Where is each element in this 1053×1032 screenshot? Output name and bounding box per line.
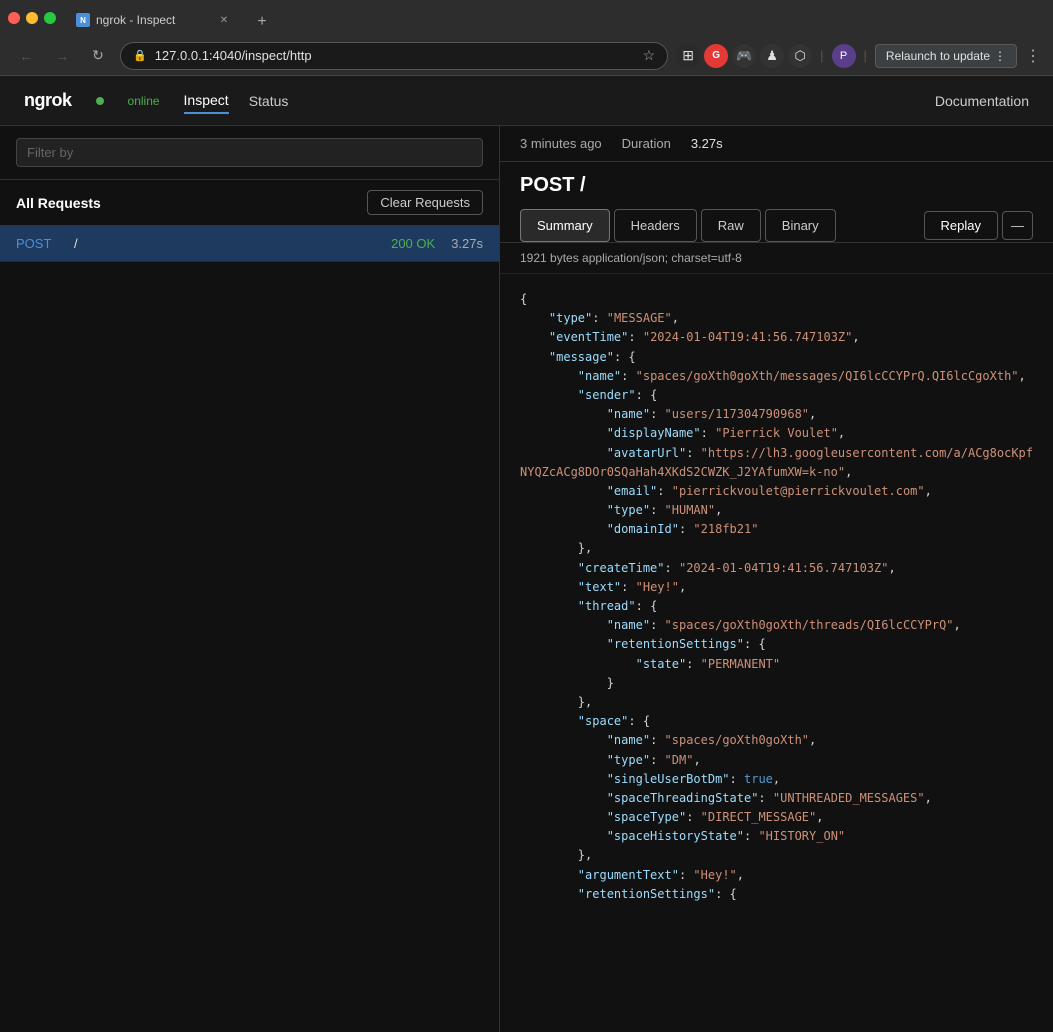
lock-icon: 🔒 [133, 49, 147, 62]
extension-icon-4[interactable]: ♟ [760, 44, 784, 68]
app-header: ngrok online Inspect Status Documentatio… [0, 76, 1053, 126]
tab-close-button[interactable]: ✕ [216, 12, 232, 28]
relaunch-label: Relaunch to update [886, 49, 990, 63]
url-bar[interactable]: 🔒 127.0.0.1:4040/inspect/http ☆ [120, 42, 668, 70]
back-button[interactable]: ← [12, 42, 40, 70]
window-close-button[interactable] [8, 12, 20, 24]
tab-favicon: N [76, 13, 90, 27]
extension-icon-3[interactable]: 🎮 [732, 44, 756, 68]
reload-button[interactable]: ↻ [84, 42, 112, 70]
relaunch-menu-icon: ⋮ [994, 49, 1006, 63]
request-method: POST [16, 236, 66, 251]
tab-title: ngrok - Inspect [96, 13, 175, 27]
request-list: POST / 200 OK 3.27s [0, 226, 499, 1032]
online-status: online [128, 94, 160, 108]
request-time-ago: 3 minutes ago [520, 136, 602, 151]
request-detail-title: POST / [500, 162, 1053, 209]
filter-input[interactable] [16, 138, 483, 167]
browser-menu-button[interactable]: ⋮ [1025, 46, 1041, 66]
json-viewer[interactable]: { "type": "MESSAGE", "eventTime": "2024-… [500, 274, 1053, 1032]
duration-label: Duration [622, 136, 671, 151]
extension-icon-1[interactable]: ⊞ [676, 44, 700, 68]
relaunch-button[interactable]: Relaunch to update ⋮ [875, 44, 1017, 68]
tab-headers[interactable]: Headers [614, 209, 697, 242]
profile-icon[interactable]: P [832, 44, 856, 68]
table-row[interactable]: POST / 200 OK 3.27s [0, 226, 499, 262]
nav-inspect[interactable]: Inspect [184, 88, 229, 114]
tab-summary[interactable]: Summary [520, 209, 610, 242]
request-path: / [74, 236, 383, 251]
extension-icon-5[interactable]: ⬡ [788, 44, 812, 68]
new-tab-button[interactable]: + [248, 8, 276, 36]
forward-button[interactable]: → [48, 42, 76, 70]
window-minimize-button[interactable] [26, 12, 38, 24]
requests-title: All Requests [16, 195, 101, 211]
json-content: { "type": "MESSAGE", "eventTime": "2024-… [520, 290, 1033, 904]
header-right: Documentation [935, 93, 1029, 109]
url-text: 127.0.0.1:4040/inspect/http [155, 48, 635, 63]
documentation-link[interactable]: Documentation [935, 93, 1029, 109]
request-status: 200 OK [391, 236, 435, 251]
replay-button[interactable]: Replay [924, 211, 998, 240]
detail-panel: 3 minutes ago Duration 3.27s POST / Summ… [500, 126, 1053, 1032]
extension-icon-2[interactable]: G [704, 44, 728, 68]
requests-panel: All Requests Clear Requests POST / 200 O… [0, 126, 500, 1032]
online-indicator [96, 97, 104, 105]
ngrok-logo: ngrok [24, 90, 72, 111]
nav-status[interactable]: Status [249, 89, 289, 113]
content-info: 1921 bytes application/json; charset=utf… [500, 243, 1053, 274]
tab-binary[interactable]: Binary [765, 209, 836, 242]
tab-raw[interactable]: Raw [701, 209, 761, 242]
duration-value: 3.27s [691, 136, 723, 151]
window-maximize-button[interactable] [44, 12, 56, 24]
request-metadata: 3 minutes ago Duration 3.27s [500, 126, 1053, 162]
filter-bar [0, 126, 499, 180]
bookmark-icon[interactable]: ☆ [643, 47, 656, 64]
requests-header: All Requests Clear Requests [0, 180, 499, 226]
browser-tab[interactable]: N ngrok - Inspect ✕ [64, 4, 244, 36]
more-options-button[interactable]: — [1002, 211, 1033, 240]
address-bar: ← → ↻ 🔒 127.0.0.1:4040/inspect/http ☆ ⊞ … [0, 36, 1053, 76]
tabs-row: Summary Headers Raw Binary Replay — [500, 209, 1053, 243]
clear-requests-button[interactable]: Clear Requests [367, 190, 483, 215]
main-nav: Inspect Status [184, 88, 289, 114]
request-duration: 3.27s [451, 236, 483, 251]
